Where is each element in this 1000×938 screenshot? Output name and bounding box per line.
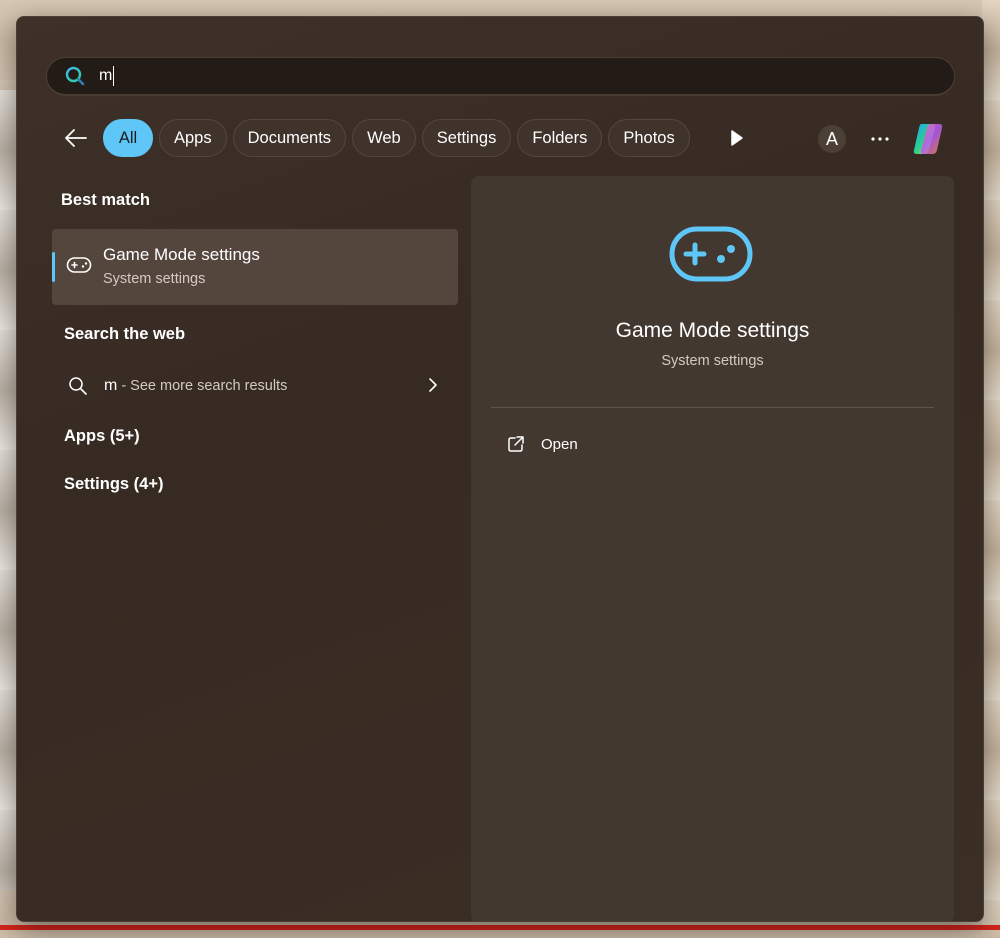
result-preview-pane: Game Mode settings System settings Open	[471, 176, 954, 921]
selection-indicator	[52, 252, 55, 282]
best-match-heading: Best match	[61, 191, 150, 209]
search-query-text: m	[99, 67, 113, 84]
apps-category-heading[interactable]: Apps (5+)	[64, 427, 140, 446]
filter-chip-photos[interactable]: Photos	[608, 119, 690, 157]
divider	[491, 407, 934, 408]
play-icon	[731, 130, 743, 146]
filter-chip-all[interactable]: All	[103, 119, 153, 157]
desktop-right-edge	[982, 0, 1000, 938]
filter-bar: All Apps Documents Web Settings Folders …	[61, 118, 696, 158]
best-match-result[interactable]: Game Mode settings System settings	[52, 229, 458, 305]
search-icon	[68, 376, 88, 396]
back-button[interactable]	[61, 123, 91, 153]
open-external-icon	[507, 435, 525, 453]
best-match-title: Game Mode settings	[103, 245, 260, 264]
copilot-button[interactable]	[909, 120, 947, 158]
preview-subtitle: System settings	[661, 353, 764, 369]
more-filters-button[interactable]	[729, 129, 745, 147]
search-web-heading: Search the web	[64, 325, 186, 343]
filter-chip-settings[interactable]: Settings	[421, 119, 512, 157]
filter-chip-web[interactable]: Web	[352, 119, 416, 157]
filter-chip-folders[interactable]: Folders	[517, 119, 603, 157]
search-input[interactable]: m	[99, 66, 115, 86]
web-query-text: m	[104, 377, 118, 394]
search-icon	[65, 66, 85, 86]
taskbar-edge	[0, 925, 1000, 930]
preview-title: Game Mode settings	[615, 319, 810, 342]
best-match-subtitle: System settings	[103, 271, 206, 287]
gamepad-icon	[669, 224, 753, 284]
account-avatar[interactable]: A	[818, 125, 846, 153]
search-box[interactable]: m	[46, 57, 955, 96]
copilot-icon	[913, 124, 943, 154]
open-action[interactable]: Open	[491, 428, 578, 460]
text-caret	[113, 66, 115, 86]
more-options-button[interactable]	[866, 125, 894, 153]
settings-category-heading[interactable]: Settings (4+)	[64, 475, 163, 494]
filter-chip-apps[interactable]: Apps	[159, 119, 227, 157]
ellipsis-icon	[871, 137, 889, 141]
web-more-text: - See more search results	[121, 378, 288, 394]
open-label: Open	[541, 435, 578, 453]
search-panel: m All Apps Documents Web Settings Folder…	[16, 16, 984, 922]
back-arrow-icon	[65, 129, 87, 147]
filter-chip-documents[interactable]: Documents	[232, 119, 347, 157]
chevron-right-icon	[428, 377, 438, 393]
gamepad-icon	[66, 255, 92, 275]
web-search-result[interactable]: m - See more search results	[52, 367, 458, 405]
